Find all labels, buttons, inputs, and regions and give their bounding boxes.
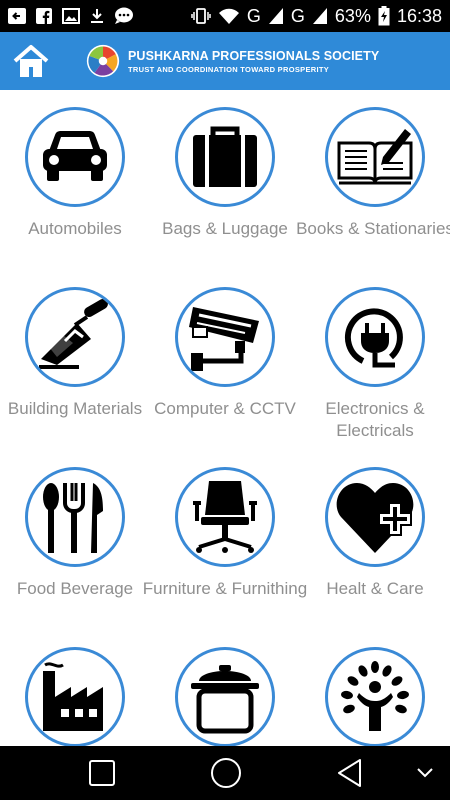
factory-icon <box>43 662 103 731</box>
book-pen-icon <box>337 129 413 185</box>
brand: PUSHKARNA PROFESSIONALS SOCIETY TRUST AN… <box>86 44 379 78</box>
cctv-camera-icon <box>189 307 259 371</box>
hide-nav-button[interactable] <box>410 746 440 800</box>
category-icon-circle[interactable] <box>175 647 275 746</box>
category-icon-circle[interactable] <box>175 287 275 387</box>
back-triangle-icon <box>338 759 361 787</box>
home-nav-button[interactable] <box>202 746 250 800</box>
category-label: Furniture & Furnithing <box>142 579 308 598</box>
category-bags-luggage[interactable]: Bags & Luggage <box>150 90 300 270</box>
category-icon-circle[interactable] <box>25 107 125 207</box>
category-icon-circle[interactable] <box>175 467 275 567</box>
signal-icon-2 <box>312 7 328 25</box>
back-arrow-notification-icon <box>8 8 26 24</box>
home-button[interactable] <box>0 32 62 90</box>
category-wellness[interactable] <box>300 630 450 746</box>
navigation-bar <box>0 746 450 800</box>
vibrate-icon <box>191 7 211 25</box>
chat-bubble-icon <box>114 7 134 25</box>
category-computer-cctv[interactable]: Computer & CCTV <box>150 270 300 450</box>
heart-cross-icon <box>336 483 414 553</box>
category-label: Food Beverage <box>16 579 134 598</box>
battery-charging-icon <box>378 6 390 26</box>
cooking-pot-icon <box>191 665 259 734</box>
image-icon <box>62 8 80 24</box>
square-icon <box>89 760 115 786</box>
office-chair-icon <box>193 481 257 553</box>
society-logo-icon <box>86 44 120 78</box>
category-label: Electronics & Electricals <box>325 399 425 440</box>
category-icon-circle[interactable] <box>25 287 125 387</box>
header-subtitle: TRUST AND COORDINATION TOWARD PROSPERITY <box>128 64 330 74</box>
signal-icon-1 <box>268 7 284 25</box>
suitcase-icon <box>193 126 257 187</box>
home-icon <box>13 45 49 77</box>
status-bar: G G 63% 16:38 <box>0 0 450 32</box>
category-grid: Automobiles Bags & Luggage Books & Stati… <box>0 90 450 746</box>
category-automobiles[interactable]: Automobiles <box>0 90 150 270</box>
battery-percent: 63% <box>334 5 371 26</box>
category-icon-circle[interactable] <box>325 467 425 567</box>
download-icon <box>90 8 104 24</box>
category-label: Automobiles <box>28 219 122 238</box>
category-electronics-electricals[interactable]: Electronics & Electricals <box>300 270 450 450</box>
category-industry[interactable] <box>0 630 150 746</box>
cutlery-icon <box>43 483 103 553</box>
recent-apps-button[interactable] <box>78 746 126 800</box>
category-label: Bags & Luggage <box>162 219 288 238</box>
back-button[interactable] <box>326 746 374 800</box>
facebook-icon <box>36 8 52 24</box>
chevron-down-icon <box>417 768 433 778</box>
app-header: PUSHKARNA PROFESSIONALS SOCIETY TRUST AN… <box>0 32 450 90</box>
network-type-1: G <box>246 5 261 26</box>
category-furniture-furnithing[interactable]: Furniture & Furnithing <box>143 450 307 630</box>
category-icon-circle[interactable] <box>25 467 125 567</box>
clock: 16:38 <box>396 5 442 26</box>
circle-icon <box>211 758 241 788</box>
category-icon-circle[interactable] <box>325 647 425 746</box>
tree-person-icon <box>341 661 409 731</box>
category-label: Healt & Care <box>326 579 424 598</box>
car-icon <box>43 131 107 181</box>
category-label: Books & Stationaries <box>296 219 450 238</box>
category-kitchen[interactable] <box>150 630 300 746</box>
category-icon-circle[interactable] <box>175 107 275 207</box>
category-healt-care[interactable]: Healt & Care <box>300 450 450 630</box>
category-books-stationaries[interactable]: Books & Stationaries <box>296 90 450 270</box>
category-food-beverage[interactable]: Food Beverage <box>0 450 150 630</box>
category-icon-circle[interactable] <box>25 647 125 746</box>
category-label: Computer & CCTV <box>154 399 296 418</box>
category-icon-circle[interactable] <box>325 287 425 387</box>
category-building-materials[interactable]: Building Materials <box>0 270 150 450</box>
wifi-icon <box>218 7 240 25</box>
category-icon-circle[interactable] <box>325 107 425 207</box>
trowel-icon <box>39 299 108 369</box>
plug-icon <box>344 308 403 368</box>
network-type-2: G <box>290 5 305 26</box>
category-label: Building Materials <box>7 399 143 418</box>
header-title: PUSHKARNA PROFESSIONALS SOCIETY <box>128 48 380 63</box>
